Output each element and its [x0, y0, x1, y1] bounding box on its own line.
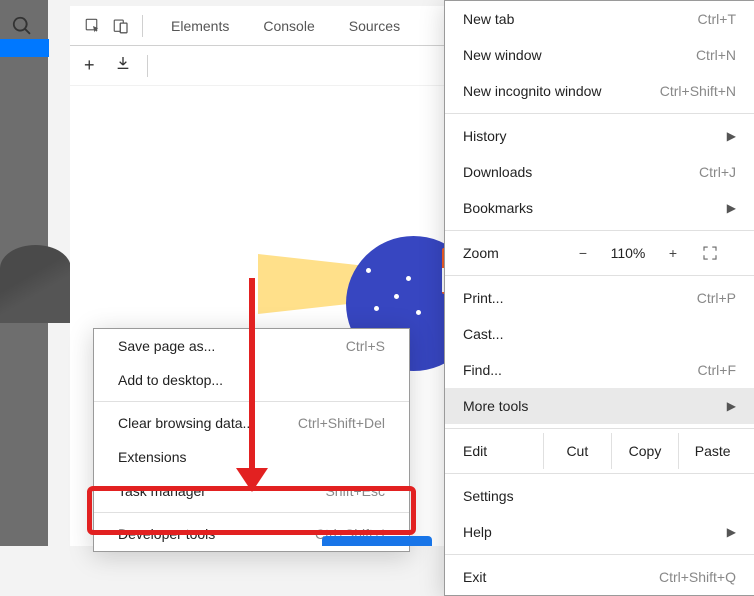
menu-separator [94, 512, 409, 513]
edit-cut[interactable]: Cut [543, 433, 611, 469]
submenu-clear-data[interactable]: Clear browsing data... Ctrl+Shift+Del [94, 406, 409, 440]
menu-label: Downloads [463, 164, 532, 180]
menu-label: Print... [463, 290, 503, 306]
chevron-right-icon: ▶ [727, 129, 736, 143]
main-menu: New tab Ctrl+T New window Ctrl+N New inc… [444, 0, 754, 596]
menu-label: New window [463, 47, 542, 63]
menu-label: Edit [463, 443, 543, 459]
plus-icon[interactable]: + [84, 55, 95, 76]
partial-primary-button[interactable] [322, 536, 432, 546]
tab-elements[interactable]: Elements [157, 6, 243, 46]
menu-shortcut: Ctrl+T [698, 11, 737, 27]
menu-shortcut: Ctrl+N [696, 47, 736, 63]
zoom-value: 110% [603, 245, 653, 261]
menu-zoom: Zoom − 110% + [445, 235, 754, 271]
menu-label: Cast... [463, 326, 503, 342]
more-tools-submenu: Save page as... Ctrl+S Add to desktop...… [93, 328, 410, 552]
menu-shortcut: Ctrl+F [698, 362, 737, 378]
chevron-right-icon: ▶ [727, 201, 736, 215]
menu-bookmarks[interactable]: Bookmarks ▶ [445, 190, 754, 226]
menu-new-tab[interactable]: New tab Ctrl+T [445, 1, 754, 37]
chevron-right-icon: ▶ [727, 525, 736, 539]
tab-console[interactable]: Console [249, 6, 328, 46]
menu-label: Zoom [463, 245, 563, 261]
menu-settings[interactable]: Settings [445, 478, 754, 514]
menu-shortcut: Ctrl+J [699, 164, 736, 180]
menu-separator [445, 230, 754, 231]
menu-shortcut: Shift+Esc [325, 483, 385, 499]
menu-label: Extensions [118, 449, 186, 465]
menu-separator [445, 428, 754, 429]
menu-edit: Edit Cut Copy Paste [445, 433, 754, 469]
menu-help[interactable]: Help ▶ [445, 514, 754, 550]
menu-separator [94, 401, 409, 402]
menu-shortcut: Ctrl+P [697, 290, 736, 306]
menu-label: Exit [463, 569, 486, 585]
menu-shortcut: Ctrl+Shift+N [660, 83, 736, 99]
menu-label: Find... [463, 362, 502, 378]
menu-print[interactable]: Print... Ctrl+P [445, 280, 754, 316]
menu-label: Save page as... [118, 338, 215, 354]
divider [142, 15, 143, 37]
menu-shortcut: Ctrl+Shift+Del [298, 415, 385, 431]
inspect-icon[interactable] [82, 15, 104, 37]
menu-find[interactable]: Find... Ctrl+F [445, 352, 754, 388]
edit-copy[interactable]: Copy [611, 433, 679, 469]
menu-history[interactable]: History ▶ [445, 118, 754, 154]
menu-cast[interactable]: Cast... [445, 316, 754, 352]
menu-label: Clear browsing data... [118, 415, 254, 431]
menu-label: New incognito window [463, 83, 602, 99]
submenu-add-desktop[interactable]: Add to desktop... [94, 363, 409, 397]
menu-separator [445, 473, 754, 474]
divider [147, 55, 148, 77]
menu-shortcut: Ctrl+S [346, 338, 385, 354]
menu-label: Task manager [118, 483, 206, 499]
menu-label: Developer tools [118, 526, 215, 542]
zoom-out-button[interactable]: − [563, 245, 603, 261]
menu-downloads[interactable]: Downloads Ctrl+J [445, 154, 754, 190]
fullscreen-icon[interactable] [701, 244, 719, 262]
menu-label: More tools [463, 398, 528, 414]
menu-more-tools[interactable]: More tools ▶ [445, 388, 754, 424]
menu-label: Help [463, 524, 492, 540]
tab-sources[interactable]: Sources [335, 6, 414, 46]
menu-label: Bookmarks [463, 200, 533, 216]
menu-separator [445, 554, 754, 555]
device-toggle-icon[interactable] [110, 15, 132, 37]
submenu-save-page[interactable]: Save page as... Ctrl+S [94, 329, 409, 363]
zoom-in-button[interactable]: + [653, 245, 693, 261]
menu-new-window[interactable]: New window Ctrl+N [445, 37, 754, 73]
download-icon[interactable] [115, 55, 131, 76]
menu-label: Settings [463, 488, 514, 504]
search-icon[interactable] [11, 15, 33, 37]
menu-label: Add to desktop... [118, 372, 223, 388]
menu-label: History [463, 128, 507, 144]
chevron-right-icon: ▶ [727, 399, 736, 413]
menu-separator [445, 275, 754, 276]
menu-new-incognito[interactable]: New incognito window Ctrl+Shift+N [445, 73, 754, 109]
menu-label: New tab [463, 11, 514, 27]
submenu-task-manager[interactable]: Task manager Shift+Esc [94, 474, 409, 508]
edit-paste[interactable]: Paste [678, 433, 746, 469]
menu-exit[interactable]: Exit Ctrl+Shift+Q [445, 559, 754, 595]
menu-shortcut: Ctrl+Shift+Q [659, 569, 736, 585]
menu-separator [445, 113, 754, 114]
submenu-extensions[interactable]: Extensions [94, 440, 409, 474]
page-dark-sidebar [0, 0, 48, 546]
